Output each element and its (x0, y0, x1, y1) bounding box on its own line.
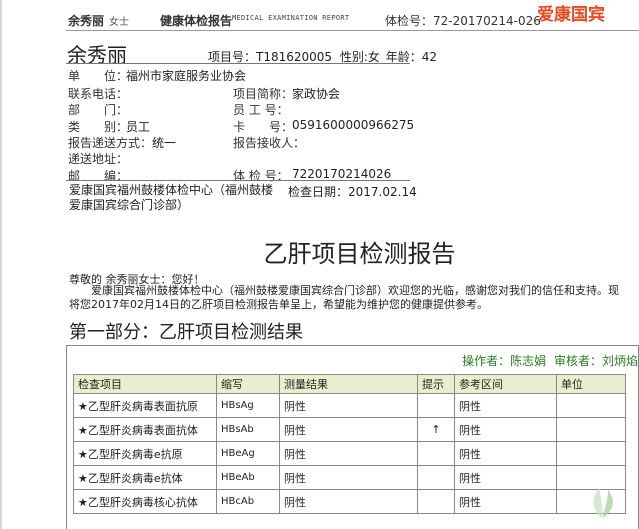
col-item: 检查项目 (73, 374, 217, 394)
cell-reference: 阴性 (454, 417, 557, 442)
cell-item: ★乙型肝炎病毒e抗原 (73, 441, 217, 466)
info-value: 福州市家庭服务业协会 (126, 69, 247, 83)
cell-hint (417, 441, 455, 466)
cell-abbr: HBsAb (216, 417, 280, 442)
cell-result: 阴性 (279, 441, 418, 466)
header-patient-name: 余秀丽 (68, 14, 105, 28)
header-exam-number: 体检号：72-20170214-026 (385, 14, 541, 28)
col-abbr: 缩写 (216, 374, 280, 394)
cell-abbr: HBeAg (216, 441, 280, 466)
info-label: 类 别： (68, 120, 129, 134)
col-reference: 参考区间 (454, 374, 557, 394)
cell-hint (417, 393, 455, 418)
info-label: 卡 号： (233, 120, 294, 134)
patient-gender: 性别:女 (339, 50, 380, 64)
col-unit: 单位 (556, 374, 626, 394)
results-panel: 操作者：陈志娟 审核者：刘炳焰 检查项目 缩写 测量结果 提示 参考区间 单位 … (66, 345, 639, 529)
cell-unit (556, 417, 626, 442)
cell-unit (556, 393, 626, 418)
cell-hint (417, 489, 455, 514)
cell-unit (556, 441, 626, 466)
header-divider (66, 30, 639, 31)
table-row: ★乙型肝炎病毒核心抗体 HBcAb 阴性 阴性 (73, 489, 626, 514)
cell-reference: 阴性 (454, 489, 557, 514)
cell-reference: 阴性 (454, 465, 557, 490)
info-label: 部 门： (68, 103, 129, 117)
info-value: 7220170214026 (292, 167, 392, 181)
leaf-logo-icon (593, 488, 613, 518)
cell-abbr: HBsAg (216, 393, 280, 418)
table-row: ★乙型肝炎病毒e抗原 HBeAg 阴性 阴性 (73, 441, 626, 466)
operator-line: 操作者：陈志娟 审核者：刘炳焰 (458, 352, 638, 369)
brand-logo: 爱康国宾 (537, 5, 605, 25)
center-name: 爱康国宾福州鼓楼体检中心（福州鼓楼爱康国宾综合门诊部） (69, 183, 274, 212)
cell-item: ★乙型肝炎病毒表面抗原 (73, 393, 217, 418)
info-value: 0591600000966275 (292, 118, 415, 132)
header-report-subtitle: MEDICAL EXAMINATION REPORT (232, 14, 350, 22)
cell-item: ★乙型肝炎病毒e抗体 (73, 465, 217, 490)
intro-paragraph: 爱康国宾福州鼓楼体检中心（福州鼓楼爱康国宾综合门诊部）欢迎您的光临，感谢您对我们… (69, 284, 619, 311)
header-report-title: 健康体检报告 (160, 14, 233, 28)
info-divider-top (66, 63, 410, 64)
section-title: 第一部分：乙肝项目检测结果 (69, 322, 303, 343)
info-label: 报告接收人： (233, 136, 306, 150)
report-title: 乙肝项目检测报告 (263, 240, 456, 268)
cell-result: 阴性 (279, 393, 418, 418)
cell-abbr: HBeAb (216, 465, 280, 490)
info-label: 邮 编： (68, 169, 129, 183)
cell-item: ★乙型肝炎病毒表面抗体 (73, 417, 217, 442)
info-value: 员工 (126, 120, 151, 134)
operator: 操作者：陈志娟 (462, 354, 547, 368)
info-label: 联系电话： (68, 87, 129, 101)
reviewer: 审核者：刘炳焰 (553, 354, 638, 368)
header-gender-title: 女士 (109, 17, 129, 28)
info-divider-bottom (66, 180, 410, 181)
cell-hint: ↑ (417, 417, 455, 442)
info-label: 报告递送方式： (68, 136, 153, 150)
info-label: 项目简称： (233, 87, 294, 101)
info-label: 递送地址： (68, 152, 129, 166)
info-label: 员 工 号： (233, 103, 289, 117)
info-label: 体 检 号： (233, 169, 289, 183)
cell-abbr: HBcAb (216, 489, 280, 514)
exam-date: 检查日期：2017.02.14 (288, 185, 417, 199)
table-row: ★乙型肝炎病毒表面抗原 HBsAg 阴性 阴性 (73, 393, 626, 418)
info-label: 单 位： (68, 69, 129, 83)
cell-reference: 阴性 (454, 393, 557, 418)
results-table: 检查项目 缩写 测量结果 提示 参考区间 单位 ★乙型肝炎病毒表面抗原 HBsAg… (73, 374, 626, 514)
patient-age: 年龄：42 (385, 50, 438, 64)
project-number: 项目号：T181620005 (208, 50, 333, 64)
info-value: 统一 (152, 136, 177, 150)
cell-result: 阴性 (279, 417, 418, 442)
cell-hint (417, 465, 455, 490)
cell-result: 阴性 (279, 465, 418, 490)
table-row: ★乙型肝炎病毒表面抗体 HBsAb 阴性 ↑ 阴性 (73, 417, 626, 442)
table-row: ★乙型肝炎病毒e抗体 HBeAb 阴性 阴性 (73, 465, 626, 490)
cell-result: 阴性 (279, 489, 418, 514)
cell-item: ★乙型肝炎病毒核心抗体 (73, 489, 217, 514)
col-result: 测量结果 (279, 374, 418, 394)
col-hint: 提示 (417, 374, 455, 394)
info-value: 家政协会 (292, 87, 341, 101)
cell-reference: 阴性 (454, 441, 557, 466)
table-header-row: 检查项目 缩写 测量结果 提示 参考区间 单位 (73, 374, 626, 394)
